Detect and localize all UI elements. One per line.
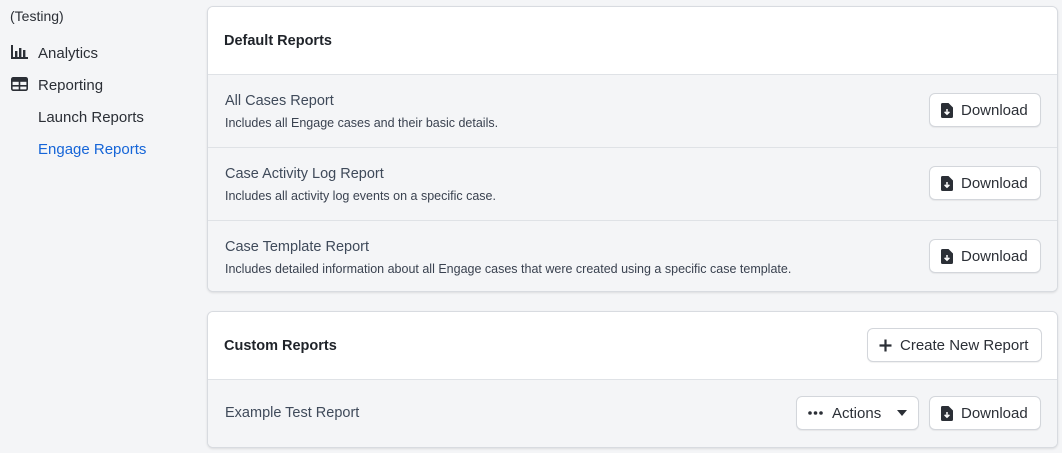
sidebar-item-label: Analytics [38,44,99,62]
default-reports-title: Default Reports [224,32,332,49]
sidebar-item-engage-reports[interactable]: Engage Reports [38,138,146,160]
create-new-report-button[interactable]: Create New Report [867,328,1042,362]
file-download-icon [941,248,953,264]
sidebar-item-analytics[interactable]: Analytics [11,42,98,64]
default-reports-card: Default Reports All Cases Report Include… [207,6,1058,292]
report-title: Case Template Report [225,239,370,255]
download-label: Download [961,247,1028,265]
file-download-icon [941,405,953,421]
create-new-report-label: Create New Report [900,336,1029,354]
bar-chart-icon [11,45,29,61]
plus-icon [879,339,892,352]
download-button[interactable]: Download [929,93,1041,127]
sidebar-item-reporting[interactable]: Reporting [11,74,103,96]
download-button[interactable]: Download [929,239,1041,273]
download-label: Download [961,174,1028,192]
sidebar-item-label: Reporting [38,76,104,94]
download-button[interactable]: Download [929,166,1041,200]
report-title: Example Test Report [225,405,360,421]
org-name: (Testing) [10,8,64,24]
default-reports-header: Default Reports [208,7,1057,75]
table-icon [11,77,29,93]
actions-dropdown-button[interactable]: Actions [796,396,919,430]
report-description: Includes all activity log events on a sp… [225,189,496,203]
list-item: All Cases Report Includes all Engage cas… [208,75,1057,148]
custom-reports-title: Custom Reports [224,337,337,354]
report-title: Case Activity Log Report [225,166,384,182]
list-item: Case Activity Log Report Includes all ac… [208,148,1057,221]
report-title: All Cases Report [225,93,334,109]
custom-reports-card: Custom Reports Create New Report Example… [207,311,1058,448]
list-item: Example Test Report Actions Download [208,380,1057,447]
list-item: Case Template Report Includes detailed i… [208,221,1057,291]
actions-label: Actions [832,404,882,422]
download-label: Download [961,404,1028,422]
sidebar: (Testing) Analytics Reporting Launch Rep… [0,0,200,453]
caret-down-icon [897,410,907,416]
download-button[interactable]: Download [929,396,1041,430]
download-label: Download [961,101,1028,119]
file-download-icon [941,175,953,191]
sidebar-item-launch-reports[interactable]: Launch Reports [38,106,144,128]
report-description: Includes detailed information about all … [225,262,792,276]
file-download-icon [941,102,953,118]
report-description: Includes all Engage cases and their basi… [225,116,499,130]
ellipsis-icon [808,411,823,415]
custom-reports-header: Custom Reports Create New Report [208,312,1057,380]
